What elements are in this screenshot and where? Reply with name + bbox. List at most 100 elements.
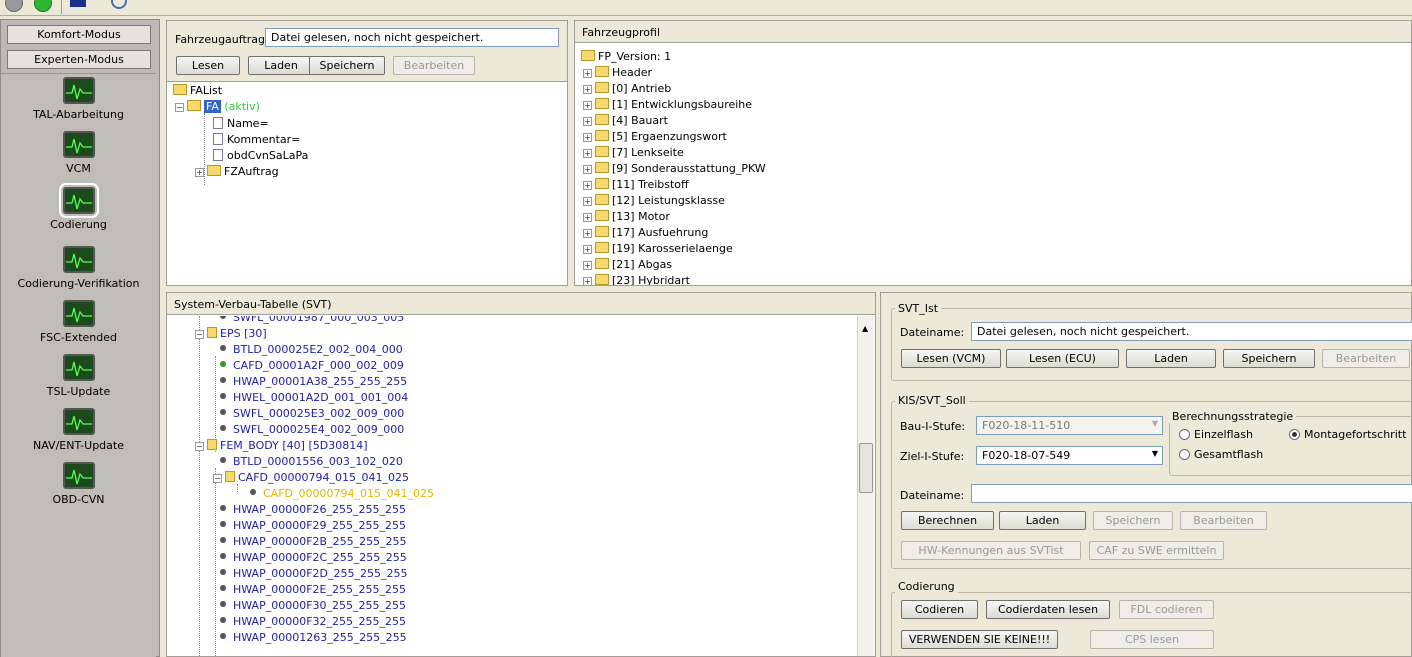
svt-speichern-button[interactable]: Speichern	[1223, 349, 1315, 368]
fp-item[interactable]: + Header	[583, 65, 652, 81]
collapse-icon[interactable]: −	[213, 474, 222, 483]
radio-montagefortschritt[interactable]: Montagefortschritt	[1289, 428, 1406, 441]
lesen-ecu-button[interactable]: Lesen (ECU)	[1006, 349, 1119, 368]
expand-icon[interactable]: +	[583, 85, 592, 94]
flag-icon[interactable]	[70, 0, 86, 7]
expand-icon[interactable]: +	[583, 229, 592, 238]
svt-leaf[interactable]: HWAP_00000F2D_255_255_255	[217, 566, 407, 582]
fp-item[interactable]: + [11] Treibstoff	[583, 177, 689, 193]
fdl-codieren-button[interactable]: FDL codieren	[1119, 600, 1214, 619]
svt-leaf[interactable]: SWFL_000025E4_002_009_000	[217, 422, 404, 438]
svt-leaf[interactable]: HWAP_00000F26_255_255_255	[217, 502, 406, 518]
svt-leaf[interactable]: HWAP_00000F2C_255_255_255	[217, 550, 407, 566]
fp-item[interactable]: + [23] Hybridart	[583, 273, 690, 285]
expand-icon[interactable]: +	[583, 117, 592, 126]
expand-icon[interactable]: +	[583, 277, 592, 285]
komfort-mode-button[interactable]: Komfort-Modus	[7, 25, 151, 44]
svt-laden-button[interactable]: Laden	[1126, 349, 1216, 368]
fp-item[interactable]: + [0] Antrieb	[583, 81, 671, 97]
tree-node-fp-version[interactable]: FP_Version: 1	[581, 49, 671, 65]
fp-item[interactable]: + [5] Ergaenzungswort	[583, 129, 727, 145]
berechnen-button[interactable]: Berechnen	[901, 511, 994, 530]
hw-kennungen-button[interactable]: HW-Kennungen aus SVTist	[901, 541, 1081, 560]
fp-item[interactable]: + [7] Lenkseite	[583, 145, 684, 161]
fp-item[interactable]: + [1] Entwicklungsbaureihe	[583, 97, 752, 113]
collapse-icon[interactable]: −	[175, 103, 184, 112]
expand-icon[interactable]: +	[583, 245, 592, 254]
speichern-button[interactable]: Speichern	[309, 56, 385, 75]
svt-group-eps[interactable]: − EPS [30]	[195, 326, 267, 342]
radio-gesamtflash[interactable]: Gesamtflash	[1179, 448, 1263, 461]
svt-leaf[interactable]: BTLD_00001556_003_102_020	[217, 454, 403, 470]
tree-node-falist[interactable]: FAList	[173, 83, 222, 99]
svt-leaf[interactable]: HWAP_00000F32_255_255_255	[217, 614, 406, 630]
ziel-i-stufe-select[interactable]: F020-18-07-549 ▼	[976, 446, 1163, 465]
back-icon[interactable]	[5, 0, 23, 12]
expand-icon[interactable]: +	[583, 261, 592, 270]
svt-subgroup-cafd[interactable]: − CAFD_00000794_015_041_025	[213, 470, 409, 486]
experten-mode-button[interactable]: Experten-Modus	[7, 50, 151, 69]
kis-speichern-button[interactable]: Speichern	[1093, 511, 1173, 530]
tree-node-fa[interactable]: − FA (aktiv)	[175, 99, 260, 115]
codierdaten-lesen-button[interactable]: Codierdaten lesen	[986, 600, 1110, 619]
svt-leaf-selected[interactable]: CAFD_00000794_015_041_025	[247, 486, 434, 502]
lesen-vcm-button[interactable]: Lesen (VCM)	[901, 349, 1001, 368]
sidebar-item-tal-abarbeitung[interactable]: TAL-Abarbeitung	[1, 77, 156, 121]
lesen-button[interactable]: Lesen	[176, 56, 240, 75]
fp-item[interactable]: + [21] Abgas	[583, 257, 672, 273]
tree-node-obdcvnsalapa[interactable]: obdCvnSaLaPa	[213, 148, 308, 164]
scrollbar-thumb[interactable]	[859, 443, 873, 493]
svt-leaf[interactable]: HWAP_00000F30_255_255_255	[217, 598, 406, 614]
verwenden-sie-keine-button[interactable]: VERWENDEN SIE KEINE!!!	[901, 630, 1058, 649]
expand-icon[interactable]: +	[583, 133, 592, 142]
svt-leaf[interactable]: SWFL_000025E3_002_009_000	[217, 406, 404, 422]
tree-node-fzauftrag[interactable]: + FZAuftrag	[195, 164, 279, 180]
svt-group-fem-body[interactable]: − FEM_BODY [40] [5D30814]	[195, 438, 368, 454]
expand-icon[interactable]: +	[583, 197, 592, 206]
fp-item[interactable]: + [4] Bauart	[583, 113, 668, 129]
expand-icon[interactable]: +	[583, 181, 592, 190]
expand-icon[interactable]: +	[195, 168, 204, 177]
sidebar-item-fsc-extended[interactable]: FSC-Extended	[1, 300, 156, 344]
sidebar-item-obd-cvn[interactable]: OBD-CVN	[1, 462, 156, 506]
radio-einzelflash[interactable]: Einzelflash	[1179, 428, 1253, 441]
tree-node-name[interactable]: Name=	[213, 116, 269, 132]
sidebar-item-tsl-update[interactable]: TSL-Update	[1, 354, 156, 398]
fp-item[interactable]: + [9] Sonderausstattung_PKW	[583, 161, 766, 177]
bau-i-stufe-select[interactable]: F020-18-11-510 ▼	[976, 416, 1163, 435]
svt-leaf[interactable]: HWAP_00001A38_255_255_255	[217, 374, 407, 390]
bearbeiten-button[interactable]: Bearbeiten	[393, 56, 475, 75]
tree-node-kommentar[interactable]: Kommentar=	[213, 132, 300, 148]
svt-leaf[interactable]: BTLD_000025E2_002_004_000	[217, 342, 403, 358]
sidebar-item-nav-ent-update[interactable]: NAV/ENT-Update	[1, 408, 156, 452]
svt-leaf[interactable]: HWAP_00000F2B_255_255_255	[217, 534, 407, 550]
svt-leaf[interactable]: HWAP_00001263_255_255_255	[217, 630, 407, 646]
svt-leaf[interactable]: HWEL_00001A2D_001_001_004	[217, 390, 408, 406]
fp-item[interactable]: + [17] Ausfuehrung	[583, 225, 708, 241]
help-icon[interactable]	[111, 0, 127, 9]
collapse-icon[interactable]: −	[195, 442, 204, 451]
svt-leaf[interactable]: HWAP_00000F29_255_255_255	[217, 518, 406, 534]
go-icon[interactable]	[34, 0, 52, 12]
kis-laden-button[interactable]: Laden	[999, 511, 1086, 530]
caf-zu-swe-button[interactable]: CAF zu SWE ermitteln	[1089, 541, 1224, 560]
codieren-button[interactable]: Codieren	[901, 600, 978, 619]
svt-leaf[interactable]: HWAP_00000F2E_255_255_255	[217, 582, 406, 598]
expand-icon[interactable]: +	[583, 69, 592, 78]
collapse-icon[interactable]: −	[195, 330, 204, 339]
svt-scrollbar[interactable]: ▲	[857, 316, 874, 656]
sidebar-item-codierung-verifikation[interactable]: Codierung-Verifikation	[1, 246, 156, 290]
fp-item[interactable]: + [19] Karosserielaenge	[583, 241, 733, 257]
cps-lesen-button[interactable]: CPS lesen	[1090, 630, 1214, 649]
laden-button[interactable]: Laden	[248, 56, 314, 75]
expand-icon[interactable]: +	[583, 213, 592, 222]
fp-item[interactable]: + [13] Motor	[583, 209, 670, 225]
expand-icon[interactable]: +	[583, 101, 592, 110]
fp-item[interactable]: + [12] Leistungsklasse	[583, 193, 725, 209]
svt-leaf[interactable]: CAFD_00001A2F_000_002_009	[217, 358, 404, 374]
sidebar-item-codierung[interactable]: Codierung	[1, 183, 156, 231]
scroll-up-icon[interactable]: ▲	[862, 324, 868, 333]
sidebar-item-vcm[interactable]: VCM	[1, 131, 156, 175]
fa-status-field[interactable]: Datei gelesen, noch nicht gespeichert.	[265, 28, 559, 47]
kis-bearbeiten-button[interactable]: Bearbeiten	[1180, 511, 1267, 530]
